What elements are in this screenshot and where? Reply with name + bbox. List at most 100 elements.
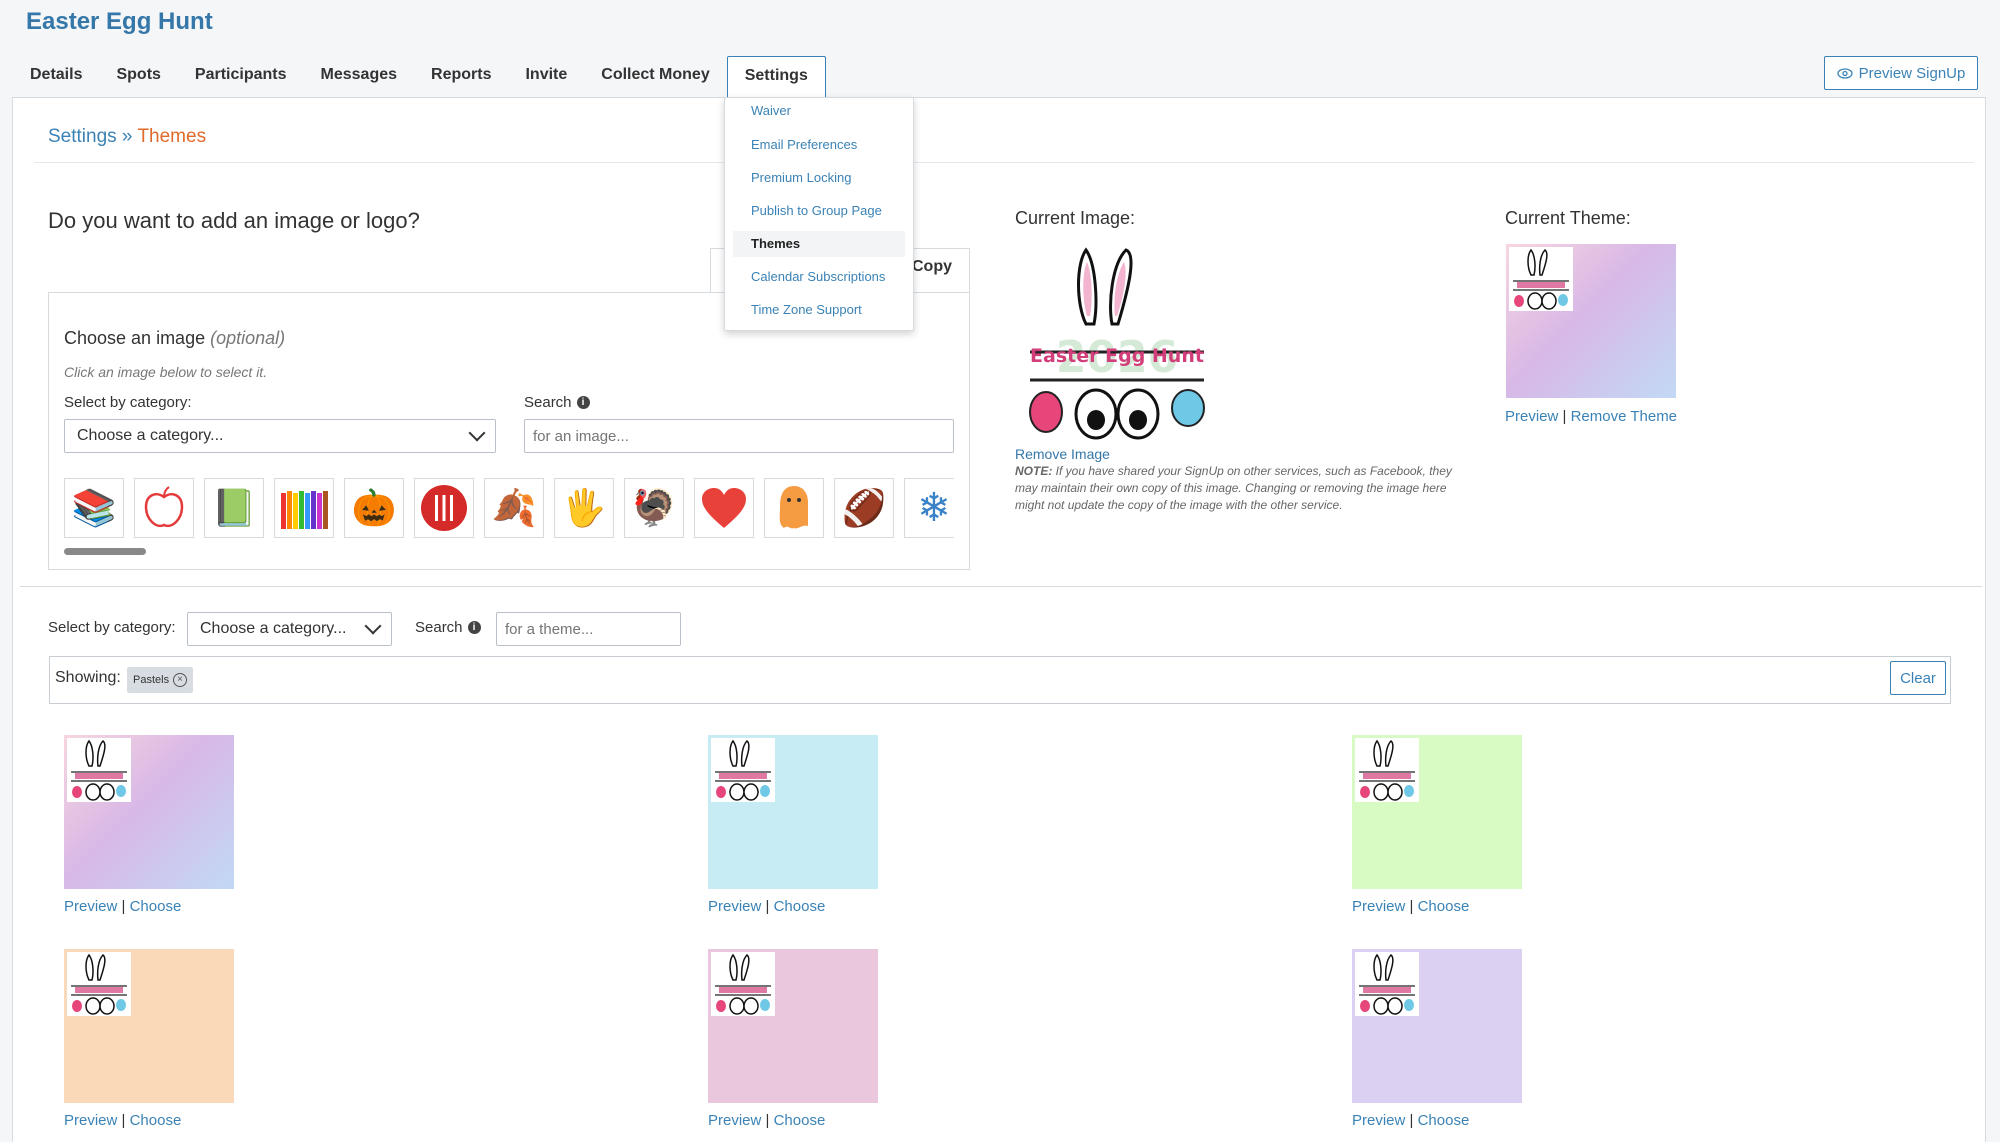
thumb-ghost-icon[interactable] (764, 478, 824, 538)
thumb-chalkboard-icon[interactable]: 📗 (204, 478, 264, 538)
theme-category-select[interactable]: Choose a category... (187, 612, 392, 646)
menu-item-email-preferences[interactable]: Email Preferences (725, 132, 913, 158)
theme-preview-link[interactable]: Preview (708, 898, 761, 915)
theme-logo-mini (1509, 247, 1573, 311)
theme-category-label: Select by category: (48, 619, 176, 636)
note-text: If you have shared your SignUp on other … (1015, 464, 1452, 512)
remove-filter-icon[interactable]: × (173, 673, 188, 687)
breadcrumb-separator: » (116, 126, 138, 147)
copy-tab-label[interactable]: Copy (912, 258, 952, 276)
thumb-books-icon[interactable]: 📚 (64, 478, 124, 538)
thumb-apple-icon[interactable] (134, 478, 194, 538)
menu-item-premium-locking[interactable]: Premium Locking (725, 165, 913, 191)
preview-signup-button[interactable]: Preview SignUp (1824, 56, 1978, 90)
tab-settings[interactable]: Settings (726, 56, 826, 99)
image-question-heading: Do you want to add an image or logo? (48, 208, 420, 233)
info-icon[interactable]: i (467, 621, 481, 634)
theme-search-input[interactable] (496, 612, 681, 646)
preview-signup-label: Preview SignUp (1858, 64, 1966, 82)
menu-item-waiver[interactable]: Waiver (725, 98, 913, 124)
note-label: NOTE: (1015, 464, 1053, 478)
theme-search-label: Search i (415, 619, 481, 636)
menu-item-themes[interactable]: Themes (733, 231, 905, 257)
theme-choose-link[interactable]: Choose (1418, 898, 1470, 915)
theme-preview-link[interactable]: Preview (64, 898, 117, 915)
thumb-turkey-icon[interactable]: 🦃 (624, 478, 684, 538)
theme-card-links: Preview | Choose (708, 898, 826, 915)
theme-choose-link[interactable]: Choose (130, 898, 182, 915)
choose-image-title-text: Choose an image (64, 328, 211, 348)
theme-logo-mini (711, 738, 775, 802)
menu-item-publish-to-group-page[interactable]: Publish to Group Page (725, 198, 913, 224)
image-category-value: Choose a category... (77, 427, 224, 444)
theme-preview-link[interactable]: Preview (708, 1112, 761, 1129)
theme-logo-mini (1355, 952, 1419, 1016)
image-category-label: Select by category: (64, 394, 192, 411)
theme-card-links: Preview | Choose (64, 898, 182, 915)
theme-search-label-text: Search (415, 619, 463, 636)
theme-preview-link[interactable]: Preview (1352, 898, 1405, 915)
theme-card-pastel-green[interactable] (1352, 735, 1522, 889)
current-image-label: Current Image: (1015, 208, 1136, 228)
theme-card-links: Preview | Choose (708, 1112, 826, 1129)
image-search-label: Search i (524, 394, 590, 411)
thumbnail-scrollbar[interactable] (64, 548, 146, 555)
thumb-heart-icon[interactable] (694, 478, 754, 538)
menu-item-time-zone-support[interactable]: Time Zone Support (725, 297, 913, 323)
tab-invite[interactable]: Invite (508, 56, 584, 98)
thumb-handprints-icon[interactable]: 🖐 (554, 478, 614, 538)
theme-card-pastel-blue[interactable] (708, 735, 878, 889)
theme-logo-mini (67, 738, 131, 802)
clear-filter-button[interactable]: Clear (1890, 661, 1946, 695)
image-search-input[interactable] (524, 419, 954, 453)
theme-card-pastel-lavender[interactable] (1352, 949, 1522, 1103)
easter-egg-hunt-logo: 2026 Easter Egg Hunt (1029, 247, 1205, 440)
logo-text: Easter Egg Hunt (1030, 345, 1204, 367)
section-divider (20, 586, 1982, 587)
filter-pill-pastels[interactable]: Pastels × (127, 667, 194, 693)
thumb-crayons-icon[interactable] (274, 478, 334, 538)
breadcrumb-settings-link[interactable]: Settings (48, 126, 117, 147)
theme-logo-mini (67, 952, 131, 1016)
tab-details[interactable]: Details (13, 56, 99, 98)
optional-text: (optional) (210, 328, 286, 348)
showing-label: Showing: (55, 669, 121, 686)
theme-card-pastel-pink[interactable] (708, 949, 878, 1103)
theme-card-pastel-gradient[interactable] (64, 735, 234, 889)
image-search-label-text: Search (524, 394, 572, 411)
theme-card-pastel-orange[interactable] (64, 949, 234, 1103)
remove-image-link[interactable]: Remove Image (1015, 446, 1110, 462)
image-category-select[interactable]: Choose a category... (64, 419, 496, 453)
current-theme-preview-link[interactable]: Preview (1505, 408, 1558, 425)
breadcrumb: Settings » Themes (48, 126, 206, 148)
thumb-utensils-icon[interactable] (414, 478, 474, 538)
tab-participants[interactable]: Participants (178, 56, 304, 98)
tab-messages[interactable]: Messages (304, 56, 415, 98)
choose-image-hint: Click an image below to select it. (64, 364, 268, 380)
tab-collect-money[interactable]: Collect Money (584, 56, 726, 98)
theme-choose-link[interactable]: Choose (1418, 1112, 1470, 1129)
current-theme-preview (1506, 244, 1676, 398)
info-icon[interactable]: i (576, 396, 590, 409)
thumb-snowflake-icon[interactable]: ❄ (904, 478, 954, 538)
theme-preview-link[interactable]: Preview (1352, 1112, 1405, 1129)
breadcrumb-current: Themes (137, 126, 207, 147)
tab-spots[interactable]: Spots (99, 56, 177, 98)
settings-dropdown-menu: Waiver Email Preferences Premium Locking… (724, 97, 914, 331)
thumb-pumpkin-icon[interactable]: 🎃 (344, 478, 404, 538)
chevron-down-icon (468, 424, 486, 442)
menu-item-calendar-subscriptions[interactable]: Calendar Subscriptions (725, 264, 913, 290)
thumb-football-icon[interactable]: 🏈 (834, 478, 894, 538)
remove-theme-link[interactable]: Remove Theme (1571, 408, 1677, 425)
theme-choose-link[interactable]: Choose (130, 1112, 182, 1129)
theme-choose-link[interactable]: Choose (774, 1112, 826, 1129)
eye-icon (1836, 67, 1853, 79)
thumb-leaf-icon[interactable]: 🍂 (484, 478, 544, 538)
theme-category-value: Choose a category... (200, 620, 347, 637)
image-thumbnail-row: 📚 📗 🎃 🍂 🖐 🦃 🏈 ❄ (64, 478, 954, 538)
tab-reports[interactable]: Reports (414, 56, 508, 98)
theme-preview-link[interactable]: Preview (64, 1112, 117, 1129)
theme-logo-mini (1355, 738, 1419, 802)
theme-card-links: Preview | Choose (64, 1112, 182, 1129)
theme-choose-link[interactable]: Choose (774, 898, 826, 915)
